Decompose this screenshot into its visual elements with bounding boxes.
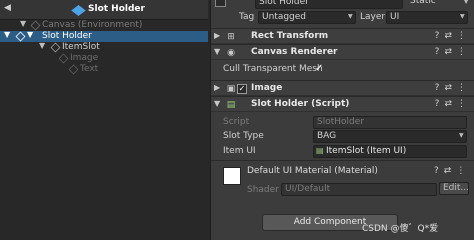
gameobject-icon bbox=[50, 42, 61, 53]
shader-label: Shader bbox=[247, 185, 279, 195]
component-header-canvas-renderer[interactable]: ▼ ◉ Canvas Renderer ?⇄⋮ bbox=[211, 44, 474, 60]
component-enabled-checkbox[interactable]: ✓ bbox=[237, 84, 247, 94]
shader-dropdown[interactable]: UI/Default bbox=[281, 183, 437, 196]
hierarchy-item-label: Image bbox=[70, 53, 99, 63]
tag-label: Tag bbox=[239, 12, 255, 22]
hierarchy-title: Slot Holder bbox=[88, 4, 145, 14]
expand-arrow-icon[interactable]: ▶ bbox=[214, 31, 220, 40]
hierarchy-item-label: ItemSlot bbox=[62, 42, 100, 52]
object-name-field[interactable]: Slot Holder bbox=[255, 0, 403, 9]
eye-icon: ◉ bbox=[227, 48, 235, 58]
script-object-icon: ▤ bbox=[316, 146, 324, 155]
expand-arrow-icon[interactable]: ▼ bbox=[214, 99, 220, 108]
item-ui-field[interactable]: ItemSlot (Item UI) bbox=[313, 145, 467, 158]
cull-transparent-mesh-label: Cull Transparent Mesh bbox=[223, 64, 323, 74]
slot-type-dropdown[interactable]: BAG bbox=[313, 130, 467, 143]
layer-dropdown[interactable]: UI bbox=[386, 11, 468, 24]
component-tools-icons[interactable]: ?⇄⋮ bbox=[435, 47, 471, 57]
script-label: Script bbox=[223, 117, 250, 127]
gameobject-icon bbox=[68, 64, 79, 75]
object-active-checkbox[interactable] bbox=[215, 0, 226, 7]
hierarchy-header: ◀ Slot Holder bbox=[0, 0, 208, 20]
gameobject-icon bbox=[30, 20, 41, 31]
expand-arrow-icon[interactable]: ▼ bbox=[4, 30, 10, 39]
component-tools-icons[interactable]: ?⇄⋮ bbox=[435, 31, 471, 41]
item-ui-label: Item UI bbox=[223, 146, 256, 156]
material-title: Default UI Material (Material) bbox=[247, 166, 378, 176]
tag-dropdown[interactable]: Untagged bbox=[258, 11, 356, 24]
hierarchy-item-text[interactable]: Text bbox=[0, 64, 208, 75]
slot-type-label: Slot Type bbox=[223, 131, 264, 141]
layer-label: Layer bbox=[360, 12, 386, 22]
gameobject-icon bbox=[15, 31, 26, 42]
material-tools-icons[interactable]: ?⇄⋮ bbox=[434, 166, 470, 176]
chevron-down-icon: ▼ bbox=[460, 13, 465, 20]
component-tools-icons[interactable]: ?⇄⋮ bbox=[435, 99, 471, 109]
expand-arrow-icon[interactable]: ▼ bbox=[214, 47, 220, 56]
hierarchy-item-image[interactable]: Image bbox=[0, 53, 208, 64]
component-title: Image bbox=[251, 83, 283, 93]
rect-transform-icon: ⊞ bbox=[227, 32, 235, 42]
component-title: Slot Holder (Script) bbox=[251, 99, 350, 109]
back-arrow-icon[interactable]: ◀ bbox=[4, 3, 11, 13]
expand-arrow-icon[interactable]: ▶ bbox=[214, 83, 220, 92]
image-icon: ▣ bbox=[226, 84, 236, 94]
component-header-image[interactable]: ▶ ▣ ✓ Image ?⇄⋮ bbox=[211, 80, 474, 96]
csdn-watermark: CSDN @傻゛Q*爱 bbox=[362, 224, 439, 234]
expand-arrow-icon[interactable]: ▼ bbox=[39, 41, 45, 50]
component-tools-icons[interactable]: ?⇄⋮ bbox=[435, 83, 471, 93]
script-field[interactable]: SlotHolder bbox=[313, 116, 467, 129]
inspector-panel: Slot Holder Static ▼ Tag Untagged ▼ Laye… bbox=[210, 0, 474, 240]
hierarchy-item-label: Canvas (Environment) bbox=[42, 20, 143, 30]
shader-edit-button[interactable]: Edit... bbox=[439, 182, 469, 195]
component-title: Rect Transform bbox=[251, 31, 329, 41]
gameobject-icon bbox=[58, 53, 69, 64]
component-title: Canvas Renderer bbox=[251, 47, 338, 57]
script-icon: ▤ bbox=[226, 100, 236, 110]
hierarchy-item-itemslot[interactable]: ▼ ItemSlot bbox=[0, 41, 208, 53]
hierarchy-panel: ◀ Slot Holder ▼ Canvas (Environment) ▼ ▼… bbox=[0, 0, 208, 240]
chevron-down-icon: ▼ bbox=[348, 13, 353, 20]
cull-transparent-mesh-checkbox[interactable]: ✓ bbox=[315, 63, 323, 74]
prefab-cube-icon bbox=[71, 5, 86, 16]
expand-arrow-icon[interactable]: ▼ bbox=[20, 19, 26, 28]
hierarchy-item-slot-holder[interactable]: ▼ ▼ Slot Holder bbox=[0, 30, 208, 42]
expand-arrow-icon[interactable]: ▼ bbox=[27, 30, 33, 39]
component-header-slot-holder-script[interactable]: ▼ ▤ Slot Holder (Script) ?⇄⋮ bbox=[211, 96, 474, 112]
component-header-rect-transform[interactable]: ▶ ⊞ Rect Transform ?⇄⋮ bbox=[211, 28, 474, 44]
hierarchy-item-label: Slot Holder bbox=[42, 31, 92, 41]
material-preview-swatch[interactable] bbox=[223, 167, 241, 185]
static-toggle[interactable]: Static bbox=[407, 0, 465, 9]
static-dropdown-icon[interactable]: ▼ bbox=[463, 0, 469, 5]
chevron-down-icon: ▼ bbox=[459, 132, 464, 139]
hierarchy-item-label: Text bbox=[80, 64, 99, 74]
